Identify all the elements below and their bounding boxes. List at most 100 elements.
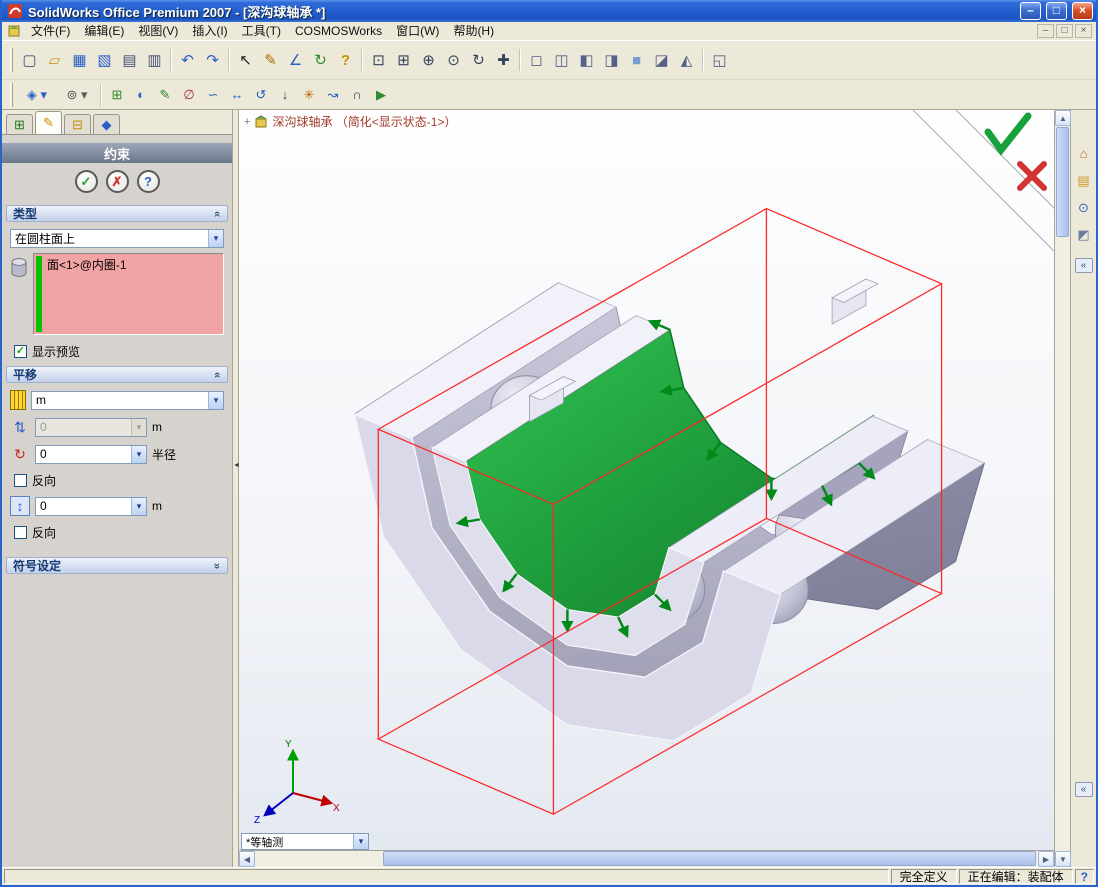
vertical-scrollbar[interactable]: ▲ ▼: [1054, 110, 1071, 867]
mdi-close-button[interactable]: ×: [1075, 24, 1092, 38]
view-orientation-combo[interactable]: *等轴测 ▾: [241, 833, 369, 850]
undo[interactable]: ↶: [175, 48, 200, 73]
task-pane-collapse-button[interactable]: «: [1074, 258, 1093, 273]
scroll-right-button[interactable]: ▶: [1038, 851, 1054, 867]
axis-translation-combo[interactable]: 0 ▾: [35, 496, 147, 516]
new-document[interactable]: ▢: [17, 48, 42, 73]
scroll-down-button[interactable]: ▼: [1055, 851, 1071, 867]
panel-splitter[interactable]: ◄: [232, 110, 240, 867]
scroll-up-button[interactable]: ▲: [1055, 110, 1071, 126]
open[interactable]: ▱: [42, 48, 67, 73]
horizontal-scroll-thumb[interactable]: [383, 851, 1036, 866]
radius-combo[interactable]: 0 ▾: [35, 444, 147, 464]
save-all[interactable]: ▧: [92, 48, 117, 73]
simulation[interactable]: ▶: [369, 83, 393, 106]
zoom-in-out[interactable]: ⊕: [416, 48, 441, 73]
sketch[interactable]: ✎: [258, 48, 283, 73]
horizontal-scrollbar[interactable]: ◀ ▶: [239, 850, 1054, 867]
mdi-restore-button[interactable]: □: [1056, 24, 1073, 38]
wireframe[interactable]: ◻: [524, 48, 549, 73]
move-component[interactable]: ↔: [225, 83, 249, 106]
third-party-tab[interactable]: ◆: [93, 114, 120, 134]
insert-components[interactable]: ⊞: [105, 83, 129, 106]
zoom-to-selection[interactable]: ⊙: [441, 48, 466, 73]
vertical-scroll-thumb[interactable]: [1056, 127, 1069, 237]
print-preview[interactable]: ▥: [142, 48, 167, 73]
confirm-ok-button[interactable]: [984, 112, 1032, 156]
menu-item[interactable]: COSMOSWorks: [288, 22, 389, 40]
property-manager-tab[interactable]: ✎: [35, 111, 62, 134]
view-palette[interactable]: ◩: [1073, 224, 1094, 245]
zoom-to-area[interactable]: ⊞: [391, 48, 416, 73]
hidden-lines-removed[interactable]: ◧: [574, 48, 599, 73]
smart-fasteners[interactable]: ↓: [273, 83, 297, 106]
rebuild[interactable]: ↻: [308, 48, 333, 73]
shaded[interactable]: ■: [624, 48, 649, 73]
menu-item[interactable]: 编辑(E): [77, 22, 131, 40]
document-icon[interactable]: [7, 24, 21, 38]
maximize-button[interactable]: □: [1046, 2, 1067, 20]
exploded-view[interactable]: ✳: [297, 83, 321, 106]
menu-item[interactable]: 帮助(H): [446, 22, 501, 40]
cancel-button[interactable]: ✗: [105, 170, 129, 193]
mate[interactable]: ∽: [201, 83, 225, 106]
no-external-references[interactable]: ∅: [177, 83, 201, 106]
minimize-button[interactable]: –: [1020, 2, 1041, 20]
select[interactable]: ↖: [233, 48, 258, 73]
dropdown-arrow-icon[interactable]: ▾: [208, 230, 223, 247]
distance-combo[interactable]: 0 ▾: [35, 417, 147, 437]
solidworks-resources[interactable]: ⌂: [1073, 143, 1094, 164]
toolbar-drag-handle[interactable]: [10, 82, 13, 107]
task-pane-collapse-button-bottom[interactable]: «: [1074, 782, 1093, 797]
print[interactable]: ▤: [117, 48, 142, 73]
design-library[interactable]: ▤: [1073, 170, 1094, 191]
chevron-up-icon[interactable]: «: [210, 368, 224, 382]
rotate-component[interactable]: ↺: [249, 83, 273, 106]
menu-item[interactable]: 视图(V): [131, 22, 185, 40]
edit-component[interactable]: ✎: [153, 83, 177, 106]
redo[interactable]: ↷: [200, 48, 225, 73]
unit-combo[interactable]: m ▾: [31, 390, 224, 410]
smart-dimension[interactable]: ∠: [283, 48, 308, 73]
selection-filter-dropdown[interactable]: ⊚ ▾: [57, 83, 97, 106]
file-explorer[interactable]: ⊙: [1073, 197, 1094, 218]
ok-button[interactable]: ✓: [74, 170, 98, 193]
zoom-to-fit[interactable]: ⊡: [366, 48, 391, 73]
reverse-direction-checkbox[interactable]: ✓: [14, 526, 27, 539]
graphics-viewport[interactable]: + 深沟球轴承 （简化<显示状态-1>） Y X Z *等轴测 ▾ ◀ ▶: [239, 110, 1054, 867]
section-header-translate[interactable]: 平移 «: [6, 366, 228, 383]
standard-views[interactable]: ◱: [707, 48, 732, 73]
rotate-view[interactable]: ↻: [466, 48, 491, 73]
hidden-lines-visible[interactable]: ◫: [549, 48, 574, 73]
dropdown-arrow-icon[interactable]: ▾: [131, 497, 146, 515]
explode-line-sketch[interactable]: ↝: [321, 83, 345, 106]
chevron-down-icon[interactable]: «: [210, 559, 224, 573]
selected-face-entry[interactable]: 面<1>@内圈-1: [47, 256, 127, 273]
dropdown-arrow-icon[interactable]: ▾: [208, 391, 223, 409]
interference-detection[interactable]: ∩: [345, 83, 369, 106]
menu-item[interactable]: 窗口(W): [389, 22, 446, 40]
help-button[interactable]: ?: [136, 170, 160, 193]
toolbar-drag-handle[interactable]: [10, 48, 13, 72]
menu-item[interactable]: 文件(F): [24, 22, 77, 40]
shadows-in-shaded-mode[interactable]: ◪: [649, 48, 674, 73]
section-header-type[interactable]: 类型 «: [6, 205, 228, 222]
save[interactable]: ▦: [67, 48, 92, 73]
pan[interactable]: ✚: [491, 48, 516, 73]
constraint-type-combo[interactable]: 在圆柱面上 ▾: [10, 229, 224, 248]
confirm-cancel-button[interactable]: [1017, 161, 1047, 191]
section-view[interactable]: ◭: [674, 48, 699, 73]
menu-item[interactable]: 工具(T): [235, 22, 288, 40]
dropdown-arrow-icon[interactable]: ▾: [353, 834, 368, 849]
reverse-direction-checkbox[interactable]: ✓: [14, 474, 27, 487]
chevron-up-icon[interactable]: «: [210, 207, 224, 221]
configuration-manager-tab[interactable]: ⊟: [64, 114, 91, 134]
status-help-button[interactable]: ?: [1074, 869, 1094, 884]
scroll-left-button[interactable]: ◀: [239, 851, 255, 867]
close-button[interactable]: ×: [1072, 2, 1093, 20]
hide-show-components[interactable]: ◐: [129, 83, 153, 106]
shaded-with-edges[interactable]: ◨: [599, 48, 624, 73]
menu-item[interactable]: 插入(I): [185, 22, 234, 40]
title-bar[interactable]: SolidWorks Office Premium 2007 - [深沟球轴承 …: [2, 0, 1096, 22]
section-header-symbols[interactable]: 符号设定 «: [6, 557, 228, 574]
